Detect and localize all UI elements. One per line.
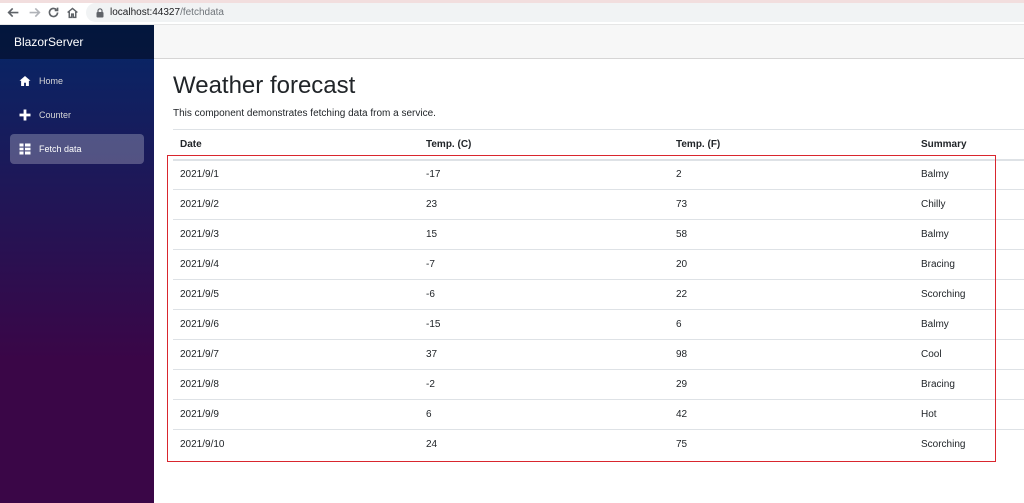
cell-date: 2021/9/2 [173, 189, 419, 220]
cell-temp-f: 6 [669, 309, 914, 340]
cell-temp-c: -2 [419, 369, 669, 400]
plus-icon [19, 109, 31, 121]
cell-date: 2021/9/5 [173, 279, 419, 310]
cell-temp-f: 58 [669, 219, 914, 250]
column-header-temp-f: Temp. (F) [669, 129, 914, 161]
cell-summary: Bracing [914, 369, 1024, 400]
table-row: 2021/9/6 -15 6 Balmy [173, 309, 1024, 340]
cell-date: 2021/9/3 [173, 219, 419, 250]
cell-summary: Bracing [914, 249, 1024, 280]
cell-summary: Balmy [914, 309, 1024, 340]
browser-toolbar: localhost:44327/fetchdata [0, 0, 1024, 25]
cell-date: 2021/9/8 [173, 369, 419, 400]
cell-temp-f: 29 [669, 369, 914, 400]
cell-temp-c: 37 [419, 339, 669, 370]
address-bar[interactable]: localhost:44327/fetchdata [86, 3, 1024, 22]
cell-temp-f: 42 [669, 399, 914, 430]
cell-summary: Balmy [914, 219, 1024, 250]
home-icon[interactable] [64, 4, 80, 20]
cell-date: 2021/9/6 [173, 309, 419, 340]
cell-temp-c: -6 [419, 279, 669, 310]
list-icon [19, 143, 31, 155]
cell-temp-f: 2 [669, 159, 914, 190]
cell-summary: Chilly [914, 189, 1024, 220]
cell-temp-f: 20 [669, 249, 914, 280]
forecast-table: Date Temp. (C) Temp. (F) Summary 2021/9/… [173, 129, 1024, 460]
home-icon [19, 75, 31, 87]
cell-temp-c: 15 [419, 219, 669, 250]
table-row: 2021/9/10 24 75 Scorching [173, 429, 1024, 460]
page-title: Weather forecast [173, 72, 356, 99]
page-description: This component demonstrates fetching dat… [173, 108, 436, 119]
sidebar-item-counter[interactable]: Counter [10, 100, 144, 130]
back-icon[interactable] [5, 4, 21, 20]
lock-icon [96, 7, 104, 17]
main-content: Weather forecast This component demonstr… [173, 59, 1024, 120]
table-header-row: Date Temp. (C) Temp. (F) Summary [173, 129, 1024, 161]
table-row: 2021/9/7 37 98 Cool [173, 339, 1024, 370]
table-row: 2021/9/3 15 58 Balmy [173, 219, 1024, 250]
sidebar: BlazorServer Home Counter Fetch data [0, 25, 154, 503]
forecast-table-container: Date Temp. (C) Temp. (F) Summary 2021/9/… [173, 129, 1024, 460]
cell-temp-c: 24 [419, 429, 669, 460]
cell-date: 2021/9/1 [173, 159, 419, 190]
cell-date: 2021/9/4 [173, 249, 419, 280]
reload-icon[interactable] [45, 4, 61, 20]
cell-temp-f: 98 [669, 339, 914, 370]
brand-link[interactable]: BlazorServer [0, 25, 154, 59]
cell-temp-c: -17 [419, 159, 669, 190]
cell-temp-f: 22 [669, 279, 914, 310]
cell-summary: Cool [914, 339, 1024, 370]
cell-summary: Balmy [914, 159, 1024, 190]
table-row: 2021/9/1 -17 2 Balmy [173, 159, 1024, 190]
column-header-date: Date [173, 129, 419, 161]
table-row: 2021/9/8 -2 29 Bracing [173, 369, 1024, 400]
cell-temp-f: 75 [669, 429, 914, 460]
cell-temp-c: 23 [419, 189, 669, 220]
cell-temp-f: 73 [669, 189, 914, 220]
sidebar-item-fetch-data[interactable]: Fetch data [10, 134, 144, 164]
column-header-summary: Summary [914, 129, 1024, 161]
cell-temp-c: -7 [419, 249, 669, 280]
cell-temp-c: -15 [419, 309, 669, 340]
sidebar-item-label: Counter [39, 110, 72, 120]
url-path: /fetchdata [180, 7, 224, 18]
cell-date: 2021/9/9 [173, 399, 419, 430]
sidebar-item-home[interactable]: Home [10, 66, 144, 96]
top-row [154, 25, 1024, 59]
forward-icon[interactable] [26, 4, 42, 20]
column-header-temp-c: Temp. (C) [419, 129, 669, 161]
sidebar-item-label: Fetch data [39, 144, 82, 154]
sidebar-item-label: Home [39, 76, 64, 86]
table-row: 2021/9/4 -7 20 Bracing [173, 249, 1024, 280]
table-row: 2021/9/2 23 73 Chilly [173, 189, 1024, 220]
url-host: localhost:44327 [110, 7, 181, 18]
nav-menu: Home Counter Fetch data [0, 59, 154, 164]
cell-temp-c: 6 [419, 399, 669, 430]
table-row: 2021/9/9 6 42 Hot [173, 399, 1024, 430]
cell-summary: Scorching [914, 279, 1024, 310]
table-row: 2021/9/5 -6 22 Scorching [173, 279, 1024, 310]
cell-date: 2021/9/10 [173, 429, 419, 460]
cell-date: 2021/9/7 [173, 339, 419, 370]
cell-summary: Scorching [914, 429, 1024, 460]
cell-summary: Hot [914, 399, 1024, 430]
